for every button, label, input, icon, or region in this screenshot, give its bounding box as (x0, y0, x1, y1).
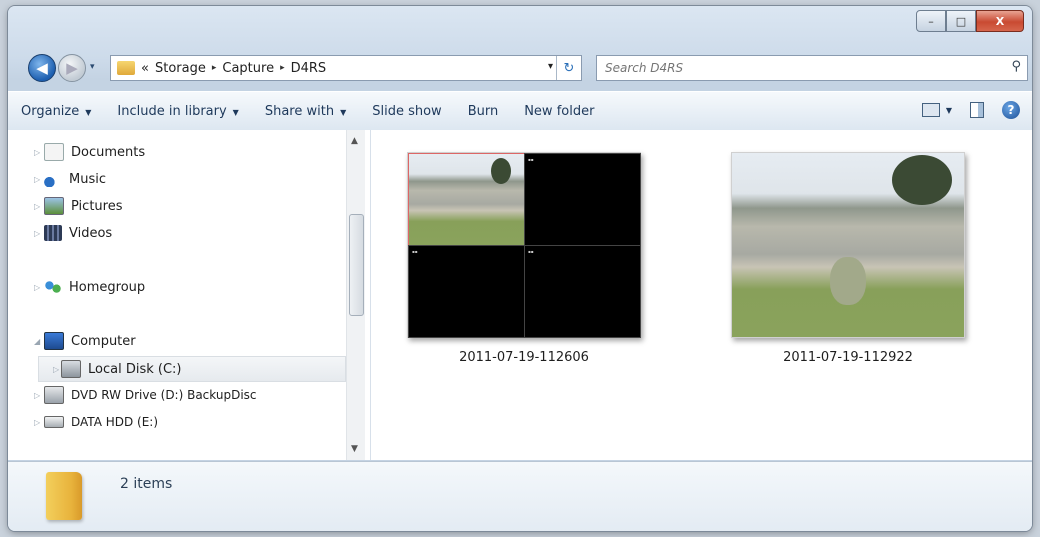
expand-arrow-icon[interactable]: ▷ (34, 148, 40, 157)
nav-item-data-hdd[interactable]: ▷ DATA HDD (E:) (34, 410, 159, 434)
expand-arrow-icon[interactable]: ▷ (34, 283, 40, 292)
forward-button[interactable]: ▶ (58, 54, 86, 82)
nav-item-label: DVD RW Drive (D:) BackupDisc (71, 388, 257, 402)
toolbar-right: ▼ ? (921, 101, 1020, 119)
nav-item-label: Computer (71, 333, 136, 349)
dvd-drive-icon (44, 386, 64, 404)
nav-item-computer[interactable]: ◢ Computer (34, 329, 136, 353)
expand-arrow-icon[interactable]: ▷ (53, 365, 59, 374)
documents-icon (44, 143, 64, 161)
include-in-library-button[interactable]: Include in library ▼ (104, 104, 251, 119)
camera-feed-2: ▪▪ (524, 153, 641, 246)
search-input[interactable] (597, 60, 987, 76)
scroll-up-icon[interactable]: ▲ (351, 136, 358, 146)
organize-label: Organize (21, 103, 80, 119)
include-in-library-label: Include in library (117, 103, 227, 119)
breadcrumb-overflow[interactable]: « (141, 61, 149, 76)
new-folder-button[interactable]: New folder (511, 104, 607, 119)
folder-icon (46, 472, 82, 520)
local-disk-icon (61, 360, 81, 378)
music-icon (44, 171, 62, 187)
camera-feed-4: ▪▪ (524, 245, 641, 338)
recent-pages-dropdown[interactable]: ▾ (90, 62, 95, 72)
expand-arrow-icon[interactable]: ▷ (34, 202, 40, 211)
nav-scrollbar[interactable]: ▲ ▼ (346, 130, 365, 460)
search-icon[interactable]: ⚲ (1011, 59, 1021, 74)
organize-button[interactable]: Organize ▼ (8, 104, 104, 119)
slide-show-button[interactable]: Slide show (359, 104, 454, 119)
breadcrumb-separator[interactable]: ▸ (280, 63, 285, 73)
nav-item-label: Videos (69, 225, 113, 241)
address-row: ◀ ▶ ▾ « Storage ▸ Capture ▸ D4RS ▾ ↻ ⚲ (20, 52, 1030, 82)
nav-item-local-disk-c[interactable]: ▷ Local Disk (C:) (38, 356, 346, 382)
folder-icon (117, 61, 135, 75)
file-item[interactable]: ▪▪ ▪▪ ▪▪ 2011-07-19-112606 (407, 152, 641, 365)
nav-item-dvd-drive[interactable]: ▷ DVD RW Drive (D:) BackupDisc (34, 383, 257, 407)
change-view-button[interactable]: ▼ (921, 103, 952, 117)
search-box[interactable]: ⚲ (596, 55, 1028, 81)
preview-pane-icon[interactable] (970, 102, 984, 118)
help-icon[interactable]: ? (1002, 101, 1020, 119)
computer-icon (44, 332, 64, 350)
address-dropdown[interactable]: ▾ (548, 61, 553, 72)
expand-arrow-icon[interactable]: ▷ (34, 418, 40, 427)
nav-item-music[interactable]: ▷ Music (34, 167, 106, 191)
share-with-label: Share with (264, 103, 335, 119)
expand-arrow-icon[interactable]: ▷ (34, 391, 40, 400)
chevron-down-icon: ▼ (85, 107, 92, 117)
nav-item-documents[interactable]: ▷ Documents (34, 140, 146, 164)
views-icon (921, 103, 940, 117)
hdd-icon (44, 416, 64, 428)
scrollbar-thumb[interactable] (349, 214, 364, 316)
burn-button[interactable]: Burn (455, 104, 512, 119)
navigation-pane: ▷ Documents ▷ Music ▷ Pictures ▷ Videos … (8, 130, 371, 460)
scroll-down-icon[interactable]: ▼ (351, 444, 358, 454)
command-bar: Organize ▼ Include in library ▼ Share with… (8, 91, 1032, 131)
homegroup-icon (44, 279, 62, 295)
maximize-button[interactable]: □ (946, 10, 976, 32)
back-button[interactable]: ◀ (28, 54, 56, 82)
address-bar[interactable]: « Storage ▸ Capture ▸ D4RS ▾ ↻ (110, 55, 582, 81)
nav-item-homegroup[interactable]: ▷ Homegroup (34, 275, 146, 299)
breadcrumb-separator[interactable]: ▸ (212, 63, 217, 73)
camera-feed-1 (408, 153, 525, 246)
file-name: 2011-07-19-112922 (783, 350, 913, 365)
nav-item-label: Documents (71, 144, 146, 160)
file-list: ▪▪ ▪▪ ▪▪ 2011-07-19-112606 2011-07-19-11… (371, 130, 1032, 460)
expand-arrow-icon[interactable]: ▷ (34, 229, 40, 238)
breadcrumb-d4rs[interactable]: D4RS (291, 61, 327, 76)
shrub-shape (830, 257, 866, 305)
nav-item-label: Pictures (71, 198, 123, 214)
window-controls: – □ X (916, 10, 1024, 32)
close-button[interactable]: X (976, 10, 1024, 32)
pictures-icon (44, 197, 64, 215)
camera-feed-3: ▪▪ (408, 245, 525, 338)
chevron-down-icon: ▼ (232, 107, 239, 117)
chevron-down-icon: ▼ (945, 105, 952, 115)
expand-arrow-icon[interactable]: ▷ (34, 175, 40, 184)
item-count: 2 items (120, 476, 173, 492)
nav-item-label: DATA HDD (E:) (71, 415, 159, 429)
chevron-down-icon: ▼ (340, 107, 347, 117)
file-thumbnail (731, 152, 965, 338)
refresh-icon[interactable]: ↻ (556, 56, 581, 80)
breadcrumb-storage[interactable]: Storage (155, 61, 206, 76)
nav-item-videos[interactable]: ▷ Videos (34, 221, 113, 245)
explorer-window: – □ X ◀ ▶ ▾ « Storage ▸ Capture ▸ D4RS ▾… (8, 6, 1032, 531)
tree-shape (491, 158, 511, 184)
file-item[interactable]: 2011-07-19-112922 (731, 152, 965, 365)
nav-item-label: Homegroup (69, 279, 146, 295)
share-with-button[interactable]: Share with ▼ (252, 104, 359, 119)
nav-item-pictures[interactable]: ▷ Pictures (34, 194, 123, 218)
videos-icon (44, 225, 62, 241)
collapse-arrow-icon[interactable]: ◢ (34, 337, 40, 346)
file-thumbnail: ▪▪ ▪▪ ▪▪ (407, 152, 641, 338)
breadcrumb-capture[interactable]: Capture (222, 61, 274, 76)
nav-item-label: Local Disk (C:) (88, 361, 182, 377)
nav-item-label: Music (69, 171, 106, 187)
details-pane: 2 items (8, 461, 1032, 531)
tree-shape (892, 155, 952, 205)
minimize-button[interactable]: – (916, 10, 946, 32)
file-name: 2011-07-19-112606 (459, 350, 589, 365)
